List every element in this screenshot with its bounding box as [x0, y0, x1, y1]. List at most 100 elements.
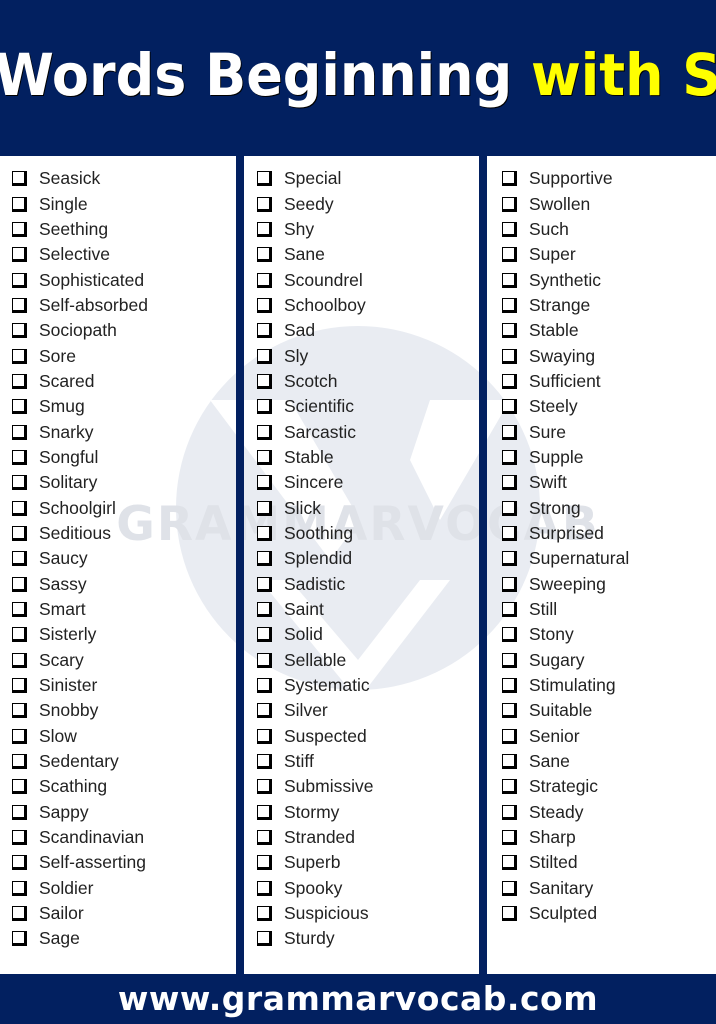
checkbox-icon[interactable]	[257, 247, 272, 263]
checkbox-icon[interactable]	[12, 602, 27, 618]
checkbox-icon[interactable]	[502, 348, 517, 364]
checkbox-icon[interactable]	[12, 906, 27, 922]
checkbox-icon[interactable]	[502, 830, 517, 846]
checkbox-icon[interactable]	[502, 272, 517, 288]
checkbox-icon[interactable]	[502, 373, 517, 389]
checkbox-icon[interactable]	[257, 449, 272, 465]
word-label: Seasick	[39, 168, 101, 189]
checkbox-icon[interactable]	[12, 373, 27, 389]
word-label: Sculpted	[529, 903, 598, 924]
checkbox-icon[interactable]	[12, 348, 27, 364]
checkbox-icon[interactable]	[257, 627, 272, 643]
checkbox-icon[interactable]	[257, 703, 272, 719]
checkbox-icon[interactable]	[257, 906, 272, 922]
checkbox-icon[interactable]	[257, 297, 272, 313]
checkbox-icon[interactable]	[502, 196, 517, 212]
checkbox-icon[interactable]	[12, 449, 27, 465]
checkbox-icon[interactable]	[12, 424, 27, 440]
checkbox-icon[interactable]	[257, 830, 272, 846]
checkbox-icon[interactable]	[12, 804, 27, 820]
checkbox-icon[interactable]	[12, 627, 27, 643]
checkbox-icon[interactable]	[502, 297, 517, 313]
checkbox-icon[interactable]	[12, 931, 27, 947]
checkbox-icon[interactable]	[257, 323, 272, 339]
checkbox-icon[interactable]	[257, 804, 272, 820]
checkbox-icon[interactable]	[502, 576, 517, 592]
list-item: Sarcastic	[257, 419, 373, 444]
checkbox-icon[interactable]	[502, 652, 517, 668]
checkbox-icon[interactable]	[257, 171, 272, 187]
checkbox-icon[interactable]	[257, 196, 272, 212]
checkbox-icon[interactable]	[502, 551, 517, 567]
checkbox-icon[interactable]	[502, 449, 517, 465]
website-url[interactable]: www.grammarvocab.com	[118, 979, 598, 1018]
checkbox-icon[interactable]	[257, 424, 272, 440]
checkbox-icon[interactable]	[257, 373, 272, 389]
checkbox-icon[interactable]	[257, 602, 272, 618]
checkbox-icon[interactable]	[12, 728, 27, 744]
checkbox-icon[interactable]	[502, 728, 517, 744]
checkbox-icon[interactable]	[12, 399, 27, 415]
checkbox-icon[interactable]	[502, 855, 517, 871]
checkbox-icon[interactable]	[502, 678, 517, 694]
checkbox-icon[interactable]	[12, 171, 27, 187]
checkbox-icon[interactable]	[12, 297, 27, 313]
list-item: Suitable	[502, 698, 629, 723]
checkbox-icon[interactable]	[502, 171, 517, 187]
checkbox-icon[interactable]	[12, 196, 27, 212]
checkbox-icon[interactable]	[12, 272, 27, 288]
checkbox-icon[interactable]	[257, 652, 272, 668]
checkbox-icon[interactable]	[257, 779, 272, 795]
checkbox-icon[interactable]	[12, 475, 27, 491]
checkbox-icon[interactable]	[502, 475, 517, 491]
checkbox-icon[interactable]	[502, 602, 517, 618]
checkbox-icon[interactable]	[12, 500, 27, 516]
checkbox-icon[interactable]	[257, 475, 272, 491]
checkbox-icon[interactable]	[12, 830, 27, 846]
checkbox-icon[interactable]	[257, 399, 272, 415]
checkbox-icon[interactable]	[12, 247, 27, 263]
checkbox-icon[interactable]	[257, 272, 272, 288]
checkbox-icon[interactable]	[12, 880, 27, 896]
checkbox-icon[interactable]	[502, 804, 517, 820]
checkbox-icon[interactable]	[12, 323, 27, 339]
checkbox-icon[interactable]	[257, 348, 272, 364]
checkbox-icon[interactable]	[12, 221, 27, 237]
checkbox-icon[interactable]	[502, 906, 517, 922]
checkbox-icon[interactable]	[502, 399, 517, 415]
checkbox-icon[interactable]	[502, 779, 517, 795]
checkbox-icon[interactable]	[257, 728, 272, 744]
checkbox-icon[interactable]	[257, 880, 272, 896]
checkbox-icon[interactable]	[12, 576, 27, 592]
word-label: Soldier	[39, 877, 94, 898]
checkbox-icon[interactable]	[502, 247, 517, 263]
checkbox-icon[interactable]	[12, 551, 27, 567]
checkbox-icon[interactable]	[502, 323, 517, 339]
checkbox-icon[interactable]	[502, 424, 517, 440]
checkbox-icon[interactable]	[257, 931, 272, 947]
checkbox-icon[interactable]	[502, 525, 517, 541]
checkbox-icon[interactable]	[12, 652, 27, 668]
checkbox-icon[interactable]	[12, 525, 27, 541]
checkbox-icon[interactable]	[257, 221, 272, 237]
checkbox-icon[interactable]	[257, 525, 272, 541]
checkbox-icon[interactable]	[257, 855, 272, 871]
checkbox-icon[interactable]	[12, 678, 27, 694]
checkbox-icon[interactable]	[502, 880, 517, 896]
checkbox-icon[interactable]	[12, 779, 27, 795]
checkbox-icon[interactable]	[12, 855, 27, 871]
checkbox-icon[interactable]	[502, 500, 517, 516]
checkbox-icon[interactable]	[257, 500, 272, 516]
list-item: Smug	[12, 394, 148, 419]
checkbox-icon[interactable]	[257, 754, 272, 770]
checkbox-icon[interactable]	[257, 678, 272, 694]
checkbox-icon[interactable]	[502, 627, 517, 643]
checkbox-icon[interactable]	[502, 221, 517, 237]
checkbox-icon[interactable]	[12, 754, 27, 770]
checkbox-icon[interactable]	[12, 703, 27, 719]
checkbox-icon[interactable]	[502, 703, 517, 719]
checkbox-icon[interactable]	[502, 754, 517, 770]
checkbox-icon[interactable]	[257, 576, 272, 592]
checkbox-icon[interactable]	[257, 551, 272, 567]
word-label: Systematic	[284, 675, 370, 696]
